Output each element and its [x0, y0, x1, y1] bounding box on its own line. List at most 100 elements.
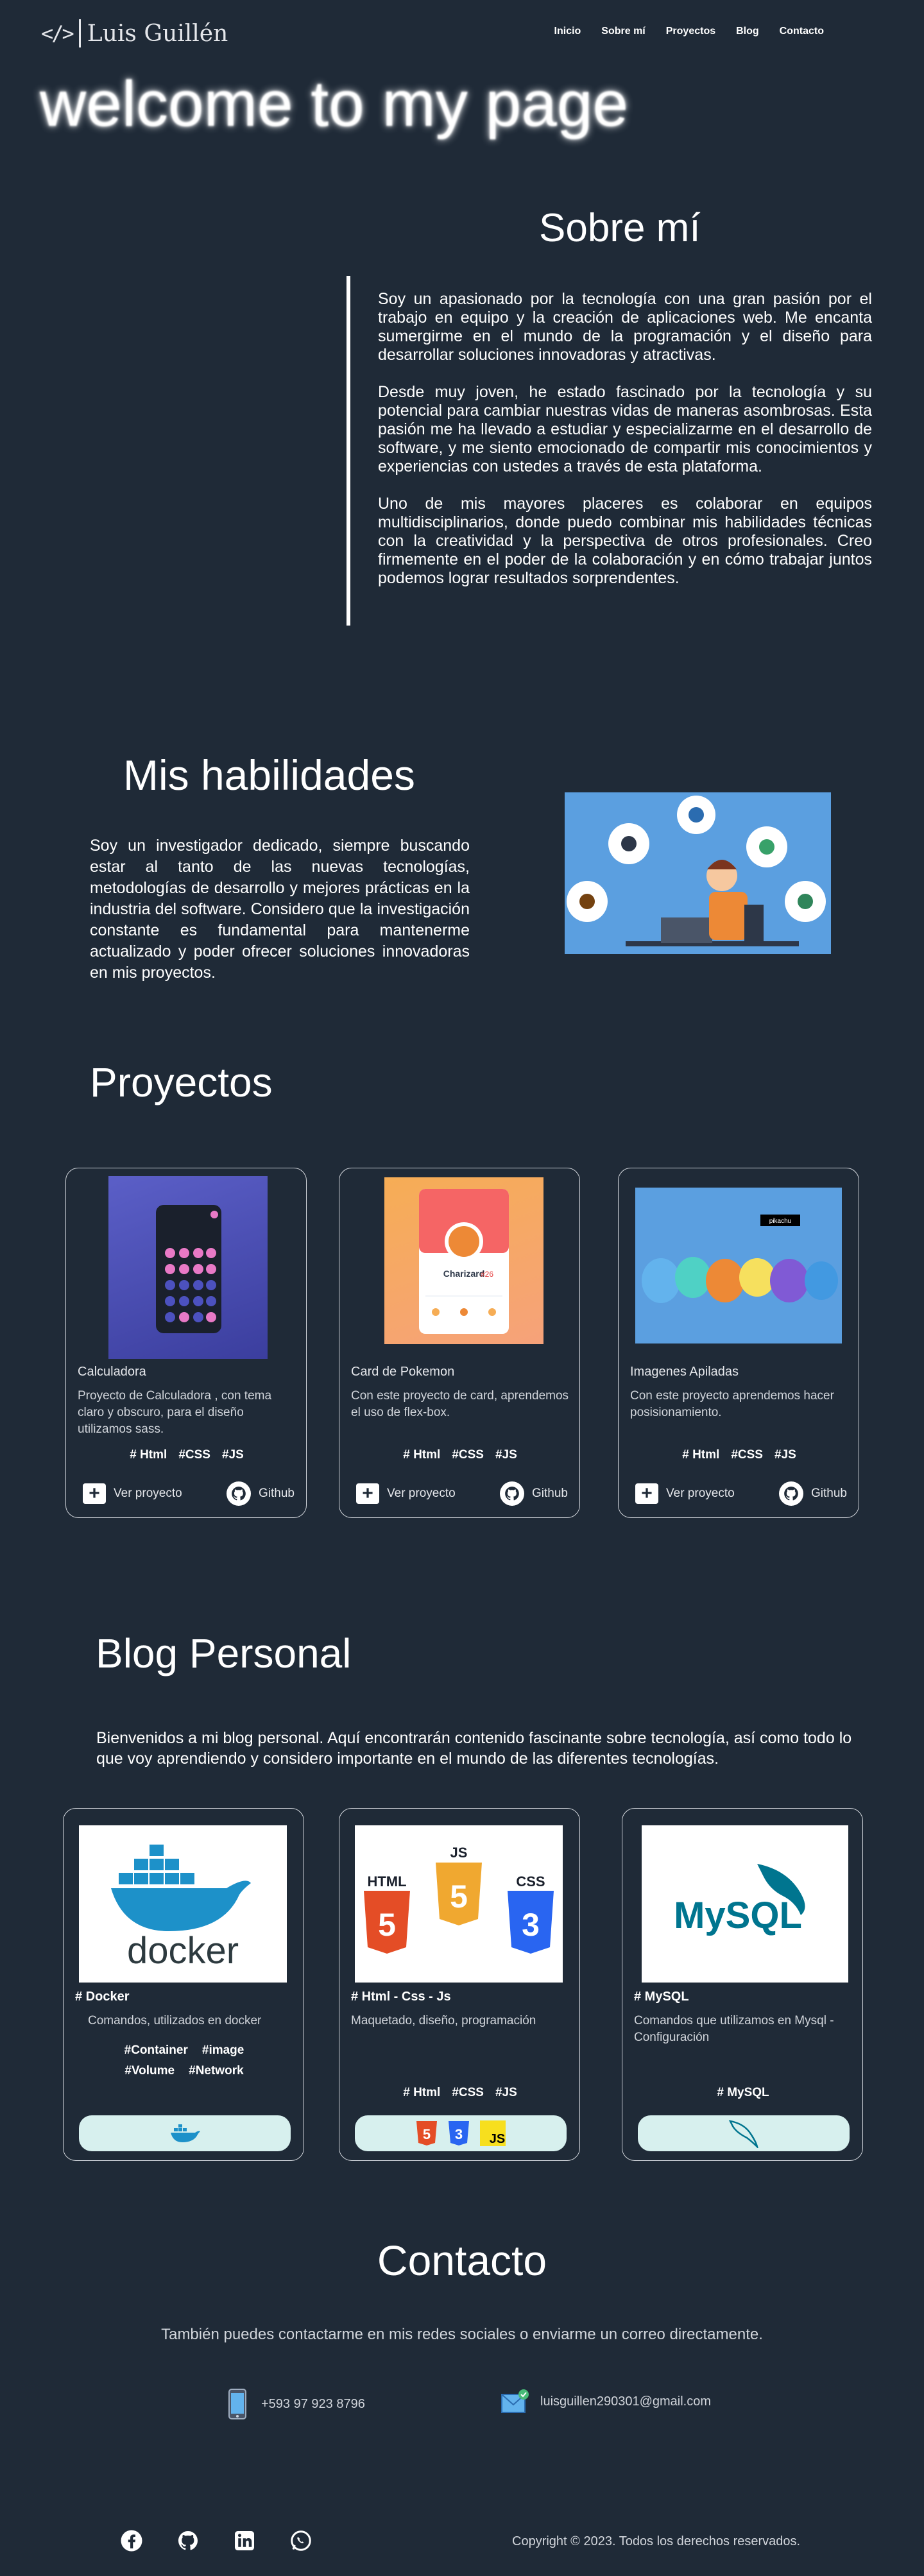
github-label: Github [532, 1487, 568, 1500]
site-logo[interactable]: </> Luis Guillén [41, 19, 228, 47]
calculator-image [156, 1205, 221, 1333]
svg-text:5: 5 [378, 1907, 396, 1943]
project-title: Calculadora [78, 1365, 146, 1379]
email-icon [501, 2389, 529, 2413]
js-label: JS [450, 1845, 468, 1861]
developer-illustration [565, 792, 831, 954]
logo-divider [78, 19, 81, 47]
nav-inicio[interactable]: Inicio [554, 26, 581, 37]
project-links: + Ver proyecto Github [635, 1481, 847, 1506]
nav-sobre-mi[interactable]: Sobre mí [601, 26, 645, 37]
project-tags: # Html #CSS #JS [619, 1448, 860, 1462]
blog-card-description: Comandos, utilizados en docker [88, 2014, 262, 2027]
logo-name: Luis Guillén [87, 20, 228, 47]
hero-title: welcome to my page [40, 68, 629, 140]
project-description: Con este proyecto aprendemos hacer posis… [630, 1389, 834, 1419]
tag: #CSS [731, 1448, 763, 1462]
html-css-js-pill-button[interactable]: 5 3 JS [355, 2115, 567, 2151]
blog-intro: Bienvenidos a mi blog personal. Aquí enc… [96, 1729, 852, 1768]
html-css-js-thumbnail: HTML 5 JS 5 CSS 3 [355, 1825, 563, 1983]
blog-card: HTML 5 JS 5 CSS 3 # Html - Css - Js Maqu… [339, 1808, 580, 2161]
stacked-images-badge: pikachu [769, 1218, 791, 1225]
mysql-dolphin-icon [728, 2120, 758, 2148]
github-icon[interactable] [175, 2528, 201, 2554]
about-paragraph: Soy un apasionado por la tecnología con … [378, 290, 872, 364]
tag: #JS [495, 2086, 517, 2099]
facebook-icon[interactable] [119, 2528, 144, 2554]
pokemon-card-image: Charizard #26 [419, 1189, 509, 1334]
view-project-link[interactable]: + Ver proyecto [635, 1481, 735, 1506]
nav-proyectos[interactable]: Proyectos [666, 26, 715, 37]
svg-text:3: 3 [455, 2126, 463, 2142]
view-project-link[interactable]: + Ver proyecto [356, 1481, 456, 1506]
project-card: pikachu Imagenes Apiladas Con este proye… [618, 1168, 859, 1518]
project-tags: # Html #CSS #JS [339, 1448, 581, 1462]
svg-text:5: 5 [450, 1879, 468, 1915]
mysql-pill-button[interactable] [638, 2115, 850, 2151]
tag: #CSS [452, 2086, 484, 2099]
mysql-logo: MySQL [674, 1864, 805, 1936]
skills-title: Mis habilidades [123, 751, 415, 799]
mysql-logo-text: MySQL [674, 1895, 802, 1936]
project-card: Calculadora Proyecto de Calculadora , co… [65, 1168, 307, 1518]
blog-card: MySQL # MySQL Comandos que utilizamos en… [622, 1808, 863, 2161]
github-icon [500, 1481, 525, 1506]
mysql-thumbnail: MySQL [642, 1825, 848, 1983]
about-paragraph: Uno de mis mayores placeres es colaborar… [378, 495, 872, 587]
email-contact[interactable]: luisguillen290301@gmail.com [501, 2388, 711, 2415]
skills-text: Soy un investigador dedicado, siempre bu… [90, 837, 470, 982]
project-links: + Ver proyecto Github [356, 1481, 568, 1506]
blog-card-description: Comandos que utilizamos en Mysql - Confi… [634, 2014, 834, 2044]
whatsapp-icon[interactable] [288, 2528, 314, 2554]
github-link[interactable]: Github [500, 1481, 568, 1506]
phone-icon [228, 2389, 246, 2419]
view-project-label: Ver proyecto [666, 1487, 735, 1500]
docker-pill-button[interactable] [79, 2115, 291, 2151]
tag: #Container [124, 2043, 188, 2057]
about-paragraph: Desde muy joven, he estado fascinado por… [378, 383, 872, 475]
tag: # Html [130, 1448, 167, 1462]
social-links [119, 2528, 314, 2554]
project-links: + Ver proyecto Github [83, 1481, 295, 1506]
blog-card-description: Maquetado, diseño, programación [351, 2014, 536, 2027]
css-label: CSS [516, 1873, 545, 1889]
plus-icon: + [83, 1483, 106, 1504]
view-project-link[interactable]: + Ver proyecto [83, 1481, 182, 1506]
project-card: Charizard #26 Card de Pokemon Con este p… [339, 1168, 580, 1518]
linkedin-icon[interactable] [232, 2528, 257, 2554]
projects-title: Proyectos [90, 1059, 273, 1105]
code-icon: </> [41, 21, 74, 46]
blog-card-tags: #Container #image #Volume #Network [64, 2043, 305, 2078]
nav-blog[interactable]: Blog [736, 26, 759, 37]
tag: #Volume [124, 2064, 175, 2077]
docker-thumbnail: docker [79, 1825, 287, 1983]
phone-contact[interactable]: +593 97 923 8796 [228, 2388, 365, 2420]
pokemon-card-number: #26 [481, 1270, 493, 1279]
docker-whale-icon [171, 2124, 200, 2142]
github-link[interactable]: Github [779, 1481, 847, 1506]
html5-icon: 5 [416, 2121, 437, 2145]
email-address: luisguillen290301@gmail.com [540, 2394, 712, 2409]
blog-title: Blog Personal [96, 1630, 352, 1676]
javascript-icon: JS [480, 2120, 506, 2146]
blog-card-tags: # MySQL [622, 2086, 864, 2100]
github-link[interactable]: Github [227, 1481, 295, 1506]
tag: # Html [682, 1448, 720, 1462]
html-label: HTML [367, 1873, 406, 1889]
about-title: Sobre mí [539, 206, 701, 250]
tag: #JS [774, 1448, 796, 1462]
blog-card-title: # MySQL [634, 1990, 689, 2004]
github-icon [779, 1481, 804, 1506]
tag: # Html [403, 1448, 441, 1462]
svg-text:3: 3 [522, 1907, 540, 1943]
nav-contacto[interactable]: Contacto [780, 26, 824, 37]
svg-text:JS: JS [490, 2132, 505, 2146]
css3-icon: 3 [449, 2121, 469, 2145]
project-title: Imagenes Apiladas [630, 1365, 739, 1379]
pokemon-card-name: Charizard [443, 1268, 485, 1279]
project-description: Con este proyecto de card, aprendemos el… [351, 1389, 569, 1419]
plus-icon: + [635, 1483, 658, 1504]
tag: #CSS [452, 1448, 484, 1462]
github-label: Github [811, 1487, 847, 1500]
docker-logo: docker [111, 1845, 251, 1972]
